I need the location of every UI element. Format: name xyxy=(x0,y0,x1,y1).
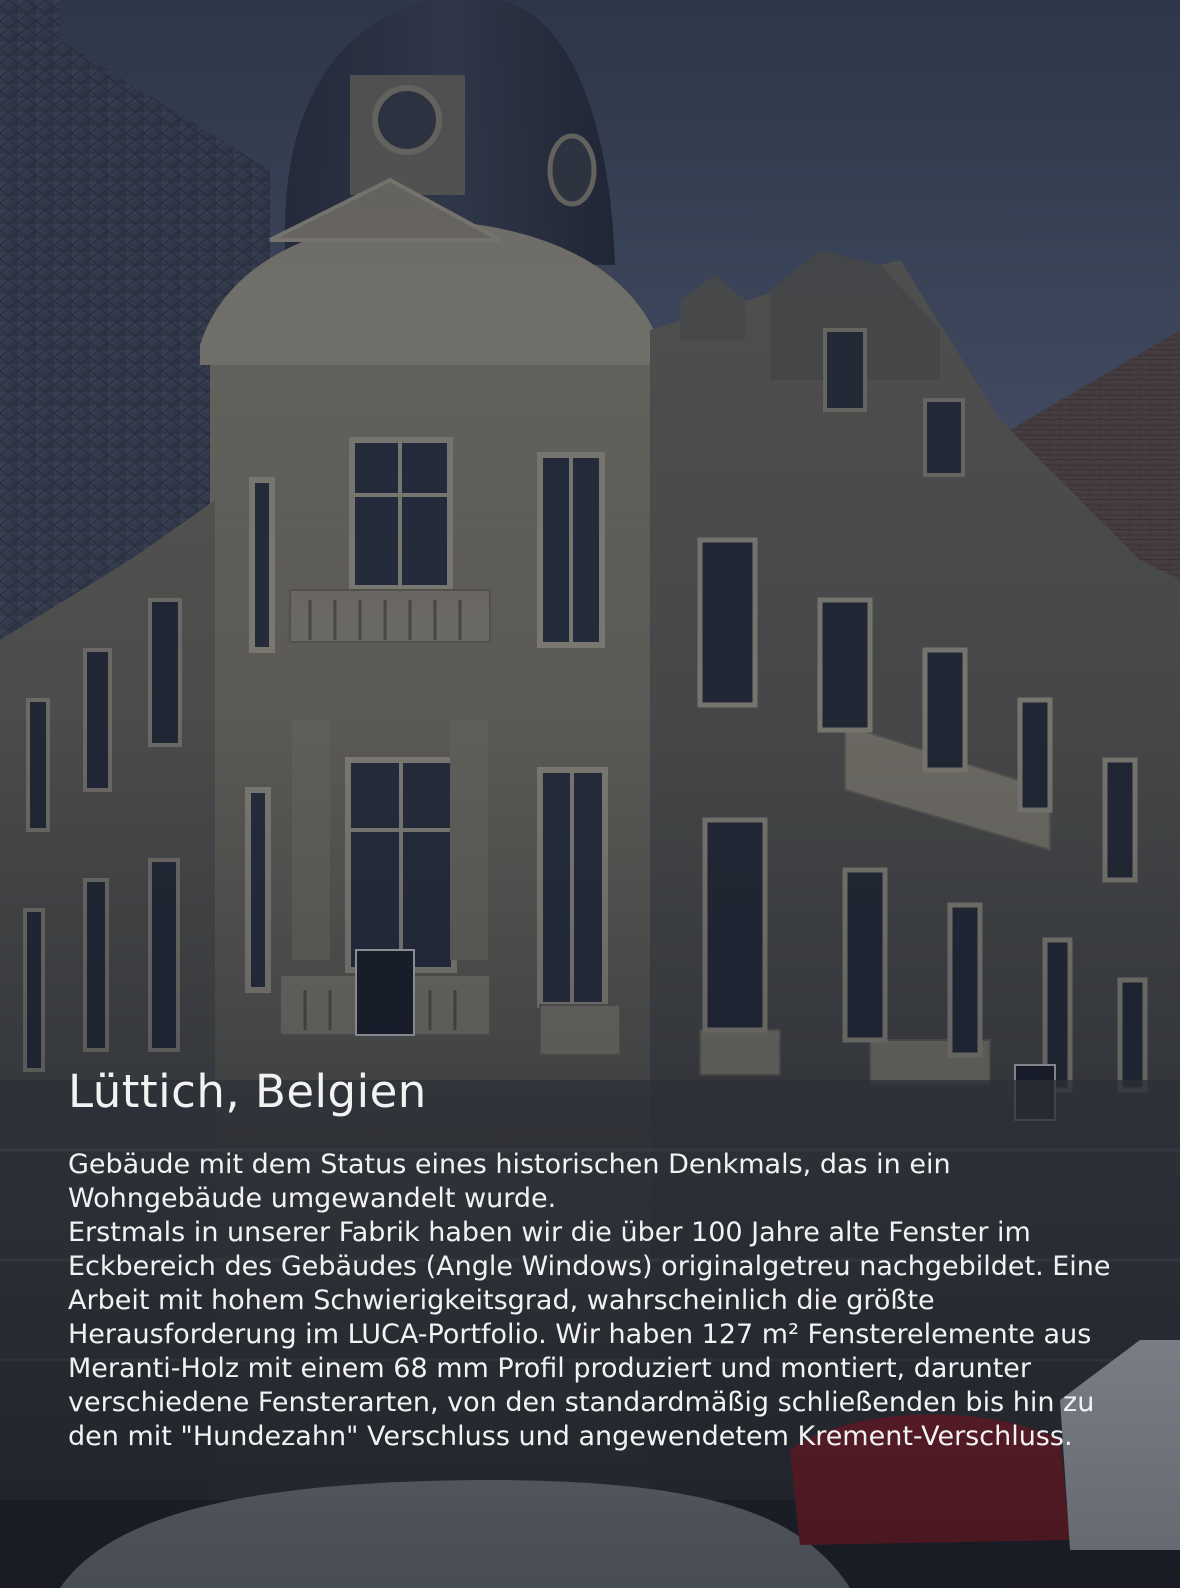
caption-block: Lüttich, Belgien Gebäude mit dem Status … xyxy=(68,1066,1128,1454)
project-description: Gebäude mit dem Status eines historische… xyxy=(68,1148,1128,1454)
hero-section: Lüttich, Belgien Gebäude mit dem Status … xyxy=(0,0,1180,1588)
location-title: Lüttich, Belgien xyxy=(68,1065,427,1118)
description-paragraph-2: Erstmals in unserer Fabrik haben wir die… xyxy=(68,1217,1111,1452)
description-paragraph-1: Gebäude mit dem Status eines historische… xyxy=(68,1149,951,1214)
